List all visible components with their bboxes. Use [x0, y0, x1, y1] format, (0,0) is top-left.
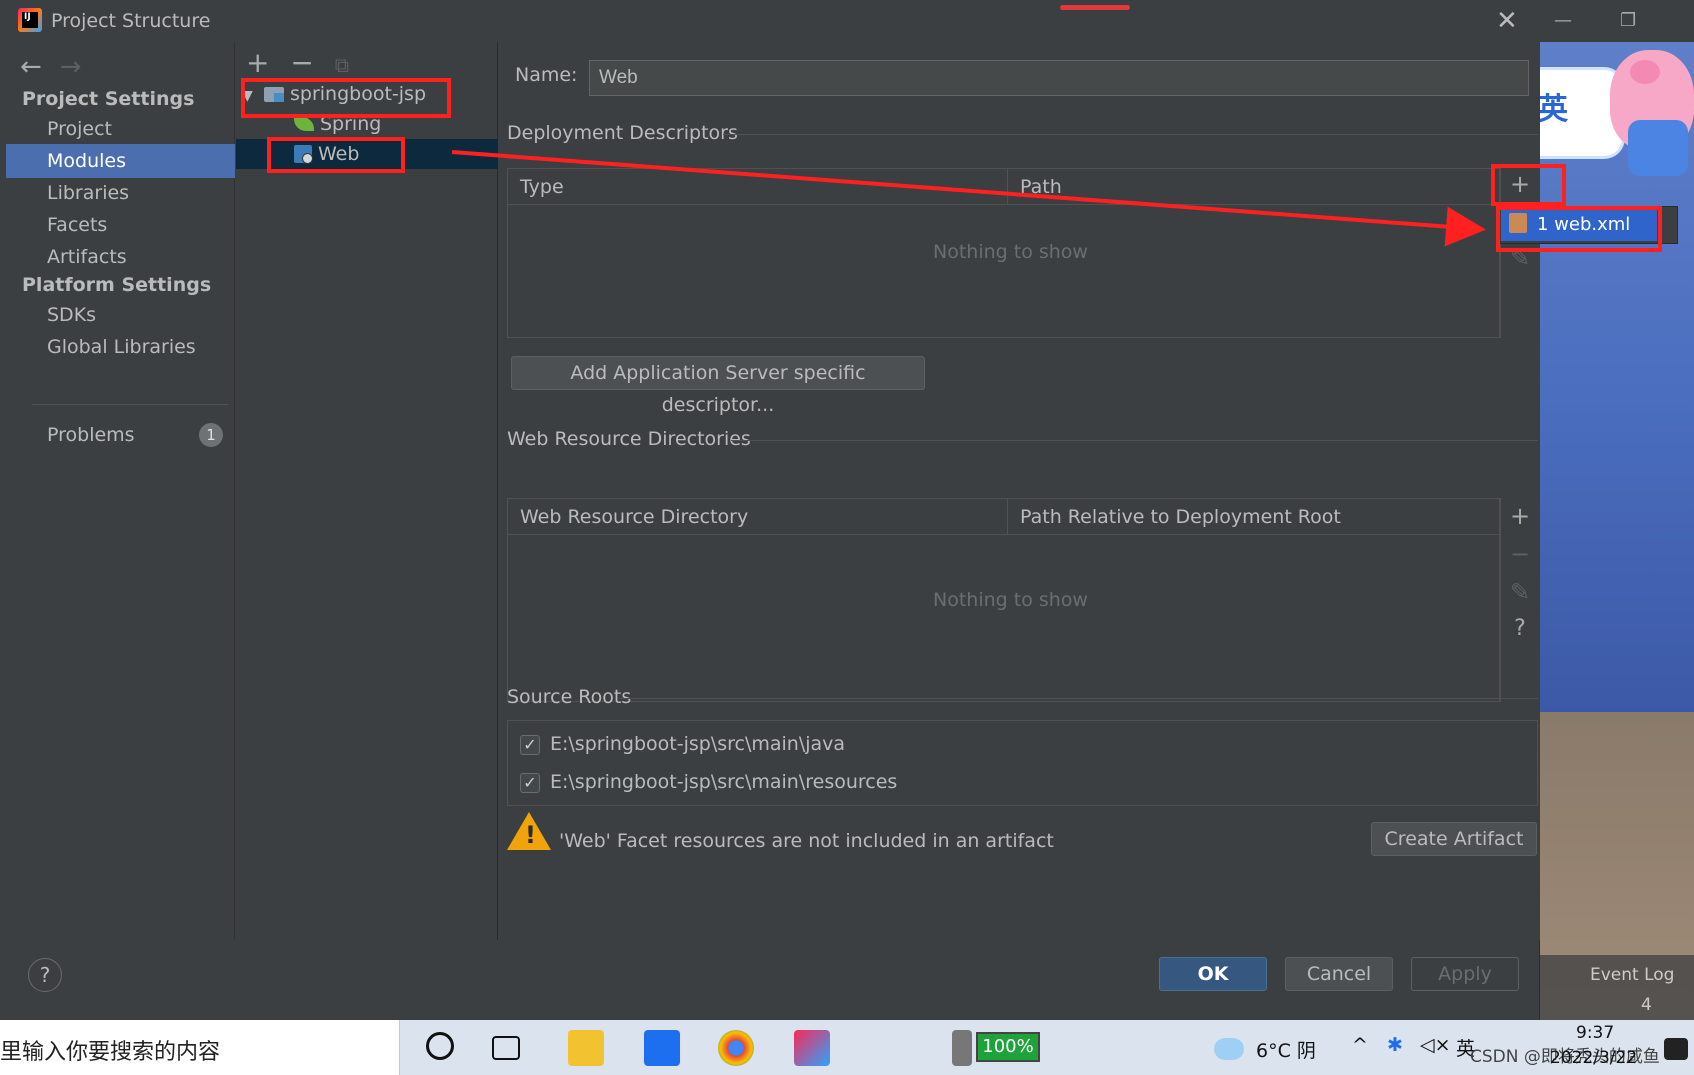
file-explorer-icon[interactable] [568, 1030, 604, 1066]
cortana-icon[interactable] [426, 1032, 454, 1060]
clock-date[interactable]: 2022/3/22 [1550, 1048, 1637, 1068]
battery-indicator[interactable]: 100% [976, 1032, 1040, 1062]
weather-text[interactable]: 6°C 阴 [1256, 1036, 1316, 1063]
taskbar-search[interactable]: 里输入你要搜索的内容 [0, 1020, 400, 1075]
weather-cloud-icon [1214, 1038, 1244, 1060]
notification-icon[interactable] [1664, 1038, 1688, 1060]
tray-chevron-icon[interactable]: ^ [1352, 1034, 1368, 1056]
app-icon[interactable] [644, 1030, 680, 1066]
chrome-icon[interactable] [718, 1030, 754, 1066]
task-view-icon[interactable] [492, 1036, 520, 1060]
intellij-taskbar-icon[interactable] [794, 1030, 830, 1066]
windows-taskbar: 里输入你要搜索的内容 100% 6°C 阴 ^ ✱ ◁× 英 CSDN @即将秃… [0, 1020, 1694, 1075]
volume-mute-icon[interactable]: ◁× [1420, 1034, 1451, 1056]
clock-time[interactable]: 9:37 [1576, 1023, 1614, 1043]
bluetooth-icon[interactable]: ✱ [1387, 1034, 1403, 1056]
search-text: 里输入你要搜索的内容 [0, 1040, 221, 1065]
power-plug-icon [952, 1030, 972, 1066]
annotation-arrow [451, 150, 1486, 247]
